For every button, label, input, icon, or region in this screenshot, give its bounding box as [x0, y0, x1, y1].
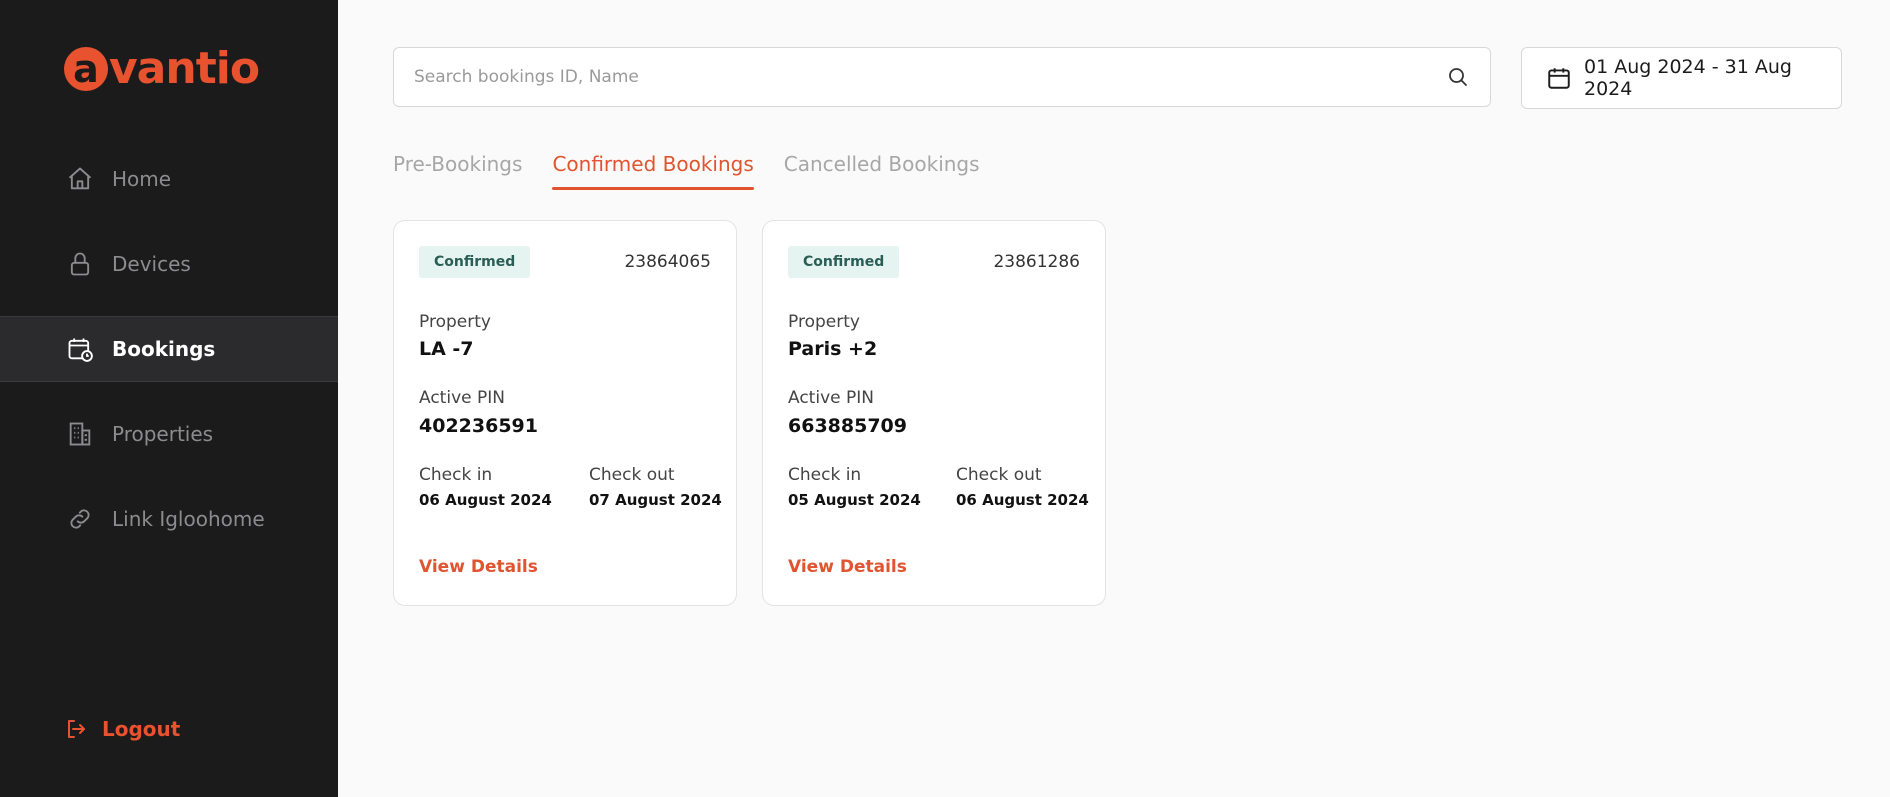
check-in-value: 05 August 2024 [788, 491, 921, 509]
date-range-picker[interactable]: 01 Aug 2024 - 31 Aug 2024 [1521, 47, 1842, 109]
view-details-link[interactable]: View Details [419, 557, 538, 577]
sidebar-item-link-igloohome[interactable]: Link Igloohome [0, 486, 338, 552]
sidebar-item-properties[interactable]: Properties [0, 401, 338, 467]
logo-letter: a [64, 47, 108, 91]
check-out-value: 07 August 2024 [589, 491, 722, 509]
booking-tabs: Pre-Bookings Confirmed Bookings Cancelle… [393, 152, 1010, 190]
sidebar-nav: Home Devices Bookings Properties Link Ig… [0, 146, 338, 571]
home-icon [66, 165, 94, 193]
sidebar: a vantio Home Devices Bookings Propertie… [0, 0, 338, 797]
lock-icon [66, 250, 94, 278]
sidebar-item-home[interactable]: Home [0, 146, 338, 212]
check-in-value: 06 August 2024 [419, 491, 552, 509]
property-value: LA -7 [419, 338, 474, 360]
sidebar-item-label: Devices [112, 252, 191, 276]
view-details-link[interactable]: View Details [788, 557, 907, 577]
sidebar-item-devices[interactable]: Devices [0, 231, 338, 297]
check-out-label: Check out [589, 465, 675, 485]
check-in-label: Check in [419, 465, 493, 485]
logout-button[interactable]: Logout [64, 717, 180, 741]
logout-icon [64, 717, 88, 741]
search-input[interactable] [414, 67, 1446, 87]
tab-cancelled-bookings[interactable]: Cancelled Bookings [784, 152, 980, 190]
status-badge: Confirmed [788, 246, 900, 278]
sidebar-item-label: Bookings [112, 337, 216, 361]
active-pin-value: 402236591 [419, 415, 538, 437]
date-range-label: 01 Aug 2024 - 31 Aug 2024 [1584, 56, 1792, 100]
booking-id: 23864065 [624, 252, 711, 272]
active-pin-label: Active PIN [419, 388, 505, 408]
link-icon [66, 505, 94, 533]
booking-card: Confirmed 23864065 Property LA -7 Active… [393, 220, 737, 606]
building-icon [66, 420, 94, 448]
active-pin-label: Active PIN [788, 388, 874, 408]
check-out-value: 06 August 2024 [956, 491, 1089, 509]
status-badge: Confirmed [419, 246, 531, 278]
booking-card: Confirmed 23861286 Property Paris +2 Act… [762, 220, 1106, 606]
booking-id: 23861286 [993, 252, 1080, 272]
property-value: Paris +2 [788, 338, 878, 360]
search-bar [393, 47, 1491, 107]
property-label: Property [419, 312, 491, 332]
active-pin-value: 663885709 [788, 415, 907, 437]
calendar-icon [1546, 65, 1572, 91]
check-in-label: Check in [788, 465, 862, 485]
sidebar-item-bookings[interactable]: Bookings [0, 316, 338, 382]
calendar-clock-icon [66, 335, 94, 363]
tab-pre-bookings[interactable]: Pre-Bookings [393, 152, 522, 190]
property-label: Property [788, 312, 860, 332]
logout-label: Logout [102, 717, 181, 741]
logo-text: vantio [109, 43, 260, 94]
sidebar-item-label: Link Igloohome [112, 507, 265, 531]
sidebar-item-label: Properties [112, 422, 214, 446]
tab-confirmed-bookings[interactable]: Confirmed Bookings [552, 152, 755, 190]
check-out-label: Check out [956, 465, 1042, 485]
sidebar-item-label: Home [112, 167, 172, 191]
booking-cards: Confirmed 23864065 Property LA -7 Active… [393, 220, 1131, 606]
avantio-logo[interactable]: a vantio [64, 43, 260, 94]
search-icon[interactable] [1446, 65, 1470, 89]
